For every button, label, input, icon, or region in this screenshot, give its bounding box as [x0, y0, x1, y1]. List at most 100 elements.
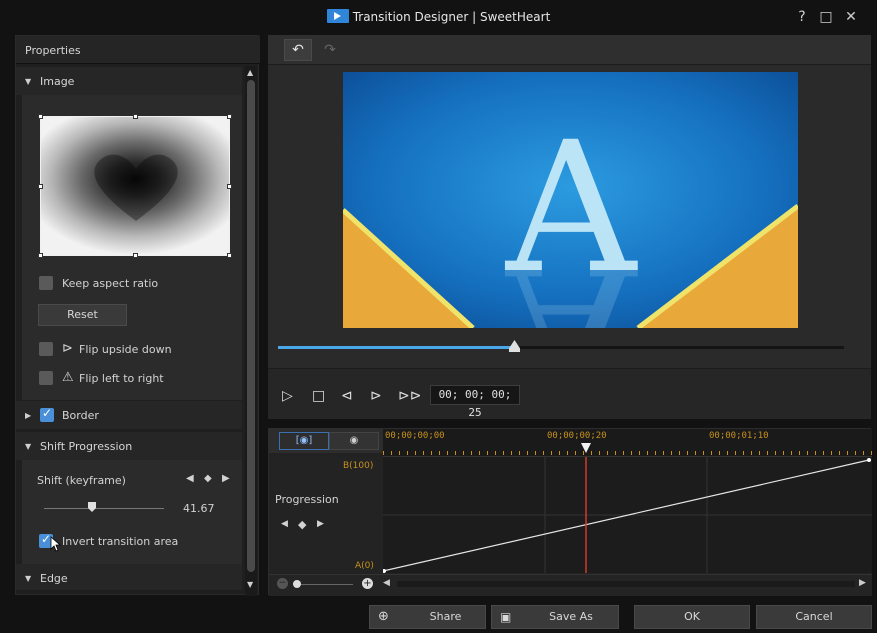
zoom-in-icon[interactable]: + [362, 578, 373, 589]
keep-aspect-ratio-label: Keep aspect ratio [62, 277, 159, 290]
scroll-up-icon[interactable]: ▲ [247, 68, 253, 77]
player-scrub-progress [278, 346, 515, 349]
border-checkbox[interactable] [40, 406, 54, 422]
section-border-header[interactable]: ▶ Border [16, 401, 242, 429]
video-preview: A A [343, 72, 798, 328]
shift-value: 41.67 [183, 502, 215, 515]
next-keyframe-icon[interactable]: ▶ [317, 519, 324, 529]
zoom-slider-track[interactable] [293, 584, 353, 585]
flip-upside-down-label: Flip upside down [79, 343, 172, 356]
shift-slider-track[interactable] [44, 508, 164, 509]
help-button[interactable]: ? [793, 8, 811, 26]
scrollbar-thumb[interactable] [247, 80, 255, 572]
ruler-timecode: 00;00;00;20 [547, 431, 607, 441]
collapse-triangle-icon: ▼ [25, 442, 32, 451]
resize-handle[interactable] [227, 114, 232, 119]
preview-image: A A [343, 72, 798, 328]
section-edge-label: Edge [40, 572, 68, 585]
undo-icon[interactable]: ↶ [284, 39, 312, 61]
title-bar: Transition Designer | SweetHeart ? □ ✕ [0, 0, 877, 34]
section-shift-progression-header[interactable]: ▼ Shift Progression [16, 432, 242, 460]
shift-keyframe-label: Shift (keyframe) [37, 474, 126, 487]
edit-toolbar: ↶ ↷ [268, 35, 871, 65]
ruler-timecode: 00;00;01;10 [709, 431, 769, 441]
next-keyframe-icon[interactable]: ▶ [222, 473, 230, 484]
window-title-text: Transition Designer | SweetHeart [352, 10, 551, 24]
fast-forward-icon[interactable]: ⊳⊳ [398, 388, 421, 404]
axis-label-top: B(100) [343, 461, 374, 471]
add-keyframe-icon[interactable]: ◆ [204, 473, 212, 484]
timeline-scrollbar[interactable] [397, 581, 855, 587]
window-title: Transition Designer | SweetHeart [0, 9, 877, 24]
collapse-triangle-icon: ▼ [25, 77, 32, 86]
resize-handle[interactable] [133, 114, 138, 119]
tab-keyframe-view[interactable]: [◉] [279, 432, 329, 450]
zoom-slider-thumb[interactable] [293, 580, 301, 588]
mask-image-preview[interactable] [38, 114, 232, 258]
flip-left-to-right-label: Flip left to right [79, 372, 164, 385]
section-image-label: Image [40, 75, 75, 88]
cancel-button[interactable]: Cancel [756, 605, 872, 629]
scroll-down-icon[interactable]: ▼ [247, 580, 253, 589]
section-edge-header[interactable]: ▼ Edge [16, 564, 242, 590]
section-image-header[interactable]: ▼ Image [16, 67, 242, 95]
share-button[interactable]: ⊕ Share [369, 605, 486, 629]
stop-icon[interactable]: □ [312, 388, 325, 404]
ok-button[interactable]: OK [634, 605, 750, 629]
zoom-out-icon[interactable]: − [277, 578, 288, 589]
app-logo-icon [326, 9, 349, 23]
add-keyframe-icon[interactable]: ◆ [298, 518, 306, 531]
mouse-cursor-icon [50, 536, 62, 552]
progression-graph[interactable] [383, 457, 872, 573]
invert-transition-area-label: Invert transition area [62, 535, 179, 548]
timecode-display[interactable]: 00; 00; 00; 25 [430, 385, 520, 419]
share-label: Share [429, 610, 462, 623]
keep-aspect-ratio-checkbox[interactable] [39, 276, 53, 290]
close-button[interactable]: ✕ [842, 8, 860, 26]
save-as-button[interactable]: ▣ Save As [491, 605, 619, 629]
redo-icon[interactable]: ↷ [316, 39, 344, 61]
resize-handle[interactable] [38, 184, 43, 189]
flip-upside-down-checkbox[interactable] [39, 342, 53, 356]
scroll-right-icon[interactable]: ▶ [859, 578, 866, 588]
resize-handle[interactable] [227, 253, 232, 258]
resize-handle[interactable] [38, 114, 43, 119]
resize-handle[interactable] [38, 253, 43, 258]
svg-text:A: A [504, 224, 638, 328]
track-header: B(100) Progression ◀ ◆ ▶ A(0) [269, 457, 383, 573]
flip-vertical-icon: ⊳ [62, 341, 73, 356]
next-frame-icon[interactable]: ⊳ [370, 388, 382, 404]
player-scrub-thumb[interactable] [509, 340, 520, 352]
tab-clip-view[interactable]: ◉ [329, 432, 379, 450]
reset-button[interactable]: Reset [38, 304, 127, 326]
player-controls: ▷ □ ⊲ ⊳ ⊳⊳ 00; 00; 00; 25 [268, 368, 871, 419]
resize-handle[interactable] [227, 184, 232, 189]
previous-frame-icon[interactable]: ⊲ [341, 388, 353, 404]
flip-left-to-right-checkbox[interactable] [39, 371, 53, 385]
prev-keyframe-icon[interactable]: ◀ [281, 519, 288, 529]
timeline-tabs: [◉] ◉ [269, 429, 383, 453]
timeline-ruler[interactable]: 00;00;00;00 00;00;00;20 00;00;01;10 [383, 429, 872, 457]
resize-handle[interactable] [133, 253, 138, 258]
heart-shape-icon [94, 154, 178, 221]
prev-keyframe-icon[interactable]: ◀ [186, 473, 194, 484]
keyframe-timeline: [◉] ◉ 00;00;00;00 00;00;00;20 00;00;01;1… [268, 428, 872, 596]
collapse-triangle-icon: ▼ [25, 574, 32, 583]
axis-label-bottom: A(0) [355, 561, 374, 571]
save-disk-icon: ▣ [500, 610, 512, 624]
play-icon[interactable]: ▷ [282, 388, 293, 404]
share-globe-icon: ⊕ [378, 609, 389, 624]
timeline-bottom-bar: − + ◀ ▶ [269, 574, 872, 596]
ruler-timecode: 00;00;00;00 [385, 431, 445, 441]
ruler-ticks [383, 451, 872, 455]
section-shift-progression-label: Shift Progression [40, 440, 133, 453]
scroll-left-icon[interactable]: ◀ [383, 578, 390, 588]
preview-area: ↶ ↷ A A ▷ □ ⊲ ⊳ ⊳⊳ 00; 00; [268, 35, 871, 419]
flip-horizontal-icon: ⚠ [62, 370, 74, 385]
expand-triangle-icon: ▶ [25, 411, 32, 420]
save-as-label: Save As [549, 610, 593, 623]
section-border-label: Border [62, 409, 99, 422]
maximize-button[interactable]: □ [817, 8, 835, 26]
track-label: Progression [275, 493, 339, 506]
properties-header: Properties [16, 36, 260, 64]
